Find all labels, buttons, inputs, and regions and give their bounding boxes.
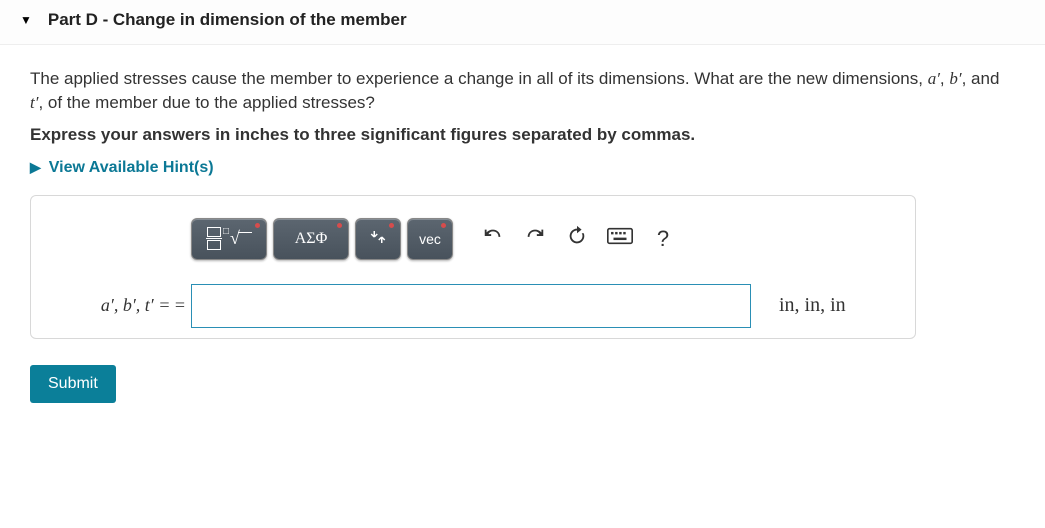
collapse-caret-icon: ▼	[20, 13, 32, 27]
reset-icon	[566, 225, 588, 253]
toolbar-menu-dot-icon	[389, 223, 394, 228]
undo-button[interactable]	[475, 221, 511, 257]
redo-icon	[524, 225, 546, 253]
keyboard-button[interactable]	[601, 221, 639, 257]
root-icon: □√	[230, 228, 252, 249]
toolbar-menu-dot-icon	[337, 223, 342, 228]
undo-icon	[482, 225, 504, 253]
caret-right-icon: ▶	[30, 159, 41, 176]
help-button[interactable]: ?	[645, 221, 681, 257]
math-toolbar: □√ ΑΣΦ vec	[53, 218, 893, 260]
view-hints-toggle[interactable]: ▶ View Available Hint(s)	[30, 159, 1015, 177]
vector-button[interactable]: vec	[407, 218, 453, 260]
answer-variable-label: a′, b′, t′ = =	[53, 295, 191, 316]
answer-input[interactable]	[191, 284, 751, 328]
greek-icon: ΑΣΦ	[295, 230, 328, 248]
greek-symbols-button[interactable]: ΑΣΦ	[273, 218, 349, 260]
reset-button[interactable]	[559, 221, 595, 257]
part-title: Part D - Change in dimension of the memb…	[48, 10, 407, 30]
fraction-icon	[206, 227, 222, 250]
help-icon: ?	[657, 226, 669, 252]
sub-sup-icon	[369, 228, 387, 250]
answer-units: in, in, in	[751, 294, 846, 317]
answer-area: □√ ΑΣΦ vec	[30, 195, 916, 339]
vec-icon: vec	[419, 231, 441, 247]
sub-sup-button[interactable]	[355, 218, 401, 260]
answer-format-instruction: Express your answers in inches to three …	[30, 125, 1015, 145]
submit-button[interactable]: Submit	[30, 365, 116, 403]
question-prompt: The applied stresses cause the member to…	[30, 67, 1015, 115]
toolbar-menu-dot-icon	[255, 223, 260, 228]
keyboard-icon	[607, 226, 633, 252]
templates-button[interactable]: □√	[191, 218, 267, 260]
toolbar-menu-dot-icon	[441, 223, 446, 228]
part-header[interactable]: ▼ Part D - Change in dimension of the me…	[0, 0, 1045, 45]
view-hints-label: View Available Hint(s)	[49, 159, 214, 177]
redo-button[interactable]	[517, 221, 553, 257]
